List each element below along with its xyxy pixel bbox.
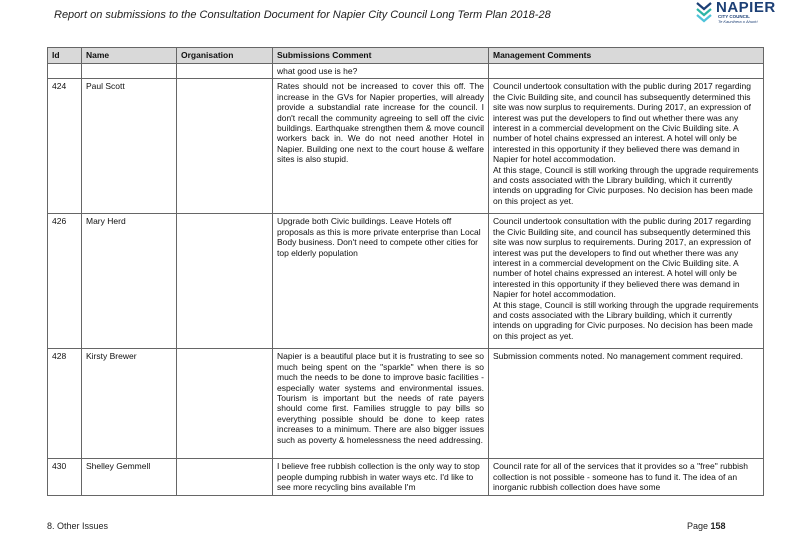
cell-id: 424 (47, 78, 82, 215)
napier-logo: NAPIER CITY COUNCIL Te Kaunihera o Ahuri… (694, 0, 804, 26)
management-paragraph: Council undertook consultation with the … (493, 81, 752, 165)
cell-management-comment (488, 62, 764, 80)
cell-id: 430 (47, 458, 82, 496)
cell-name (81, 62, 177, 80)
cell-name: Shelley Gemmell (81, 458, 177, 496)
cell-management-comment: Submission comments noted. No management… (488, 348, 764, 460)
cell-organisation (176, 78, 273, 215)
footer-section: 8. Other Issues (47, 521, 109, 531)
cell-organisation (176, 458, 273, 496)
management-paragraph: Council rate for all of the services tha… (493, 461, 749, 493)
page-label: Page (687, 521, 709, 531)
page-number: 158 (710, 521, 726, 531)
footer-page: Page 158 (687, 521, 726, 531)
cell-submission-comment: I believe free rubbish collection is the… (272, 458, 489, 496)
cell-submission-comment: Upgrade both Civic buildings. Leave Hote… (272, 213, 489, 350)
column-header-submissions-comment: Submissions Comment (272, 47, 489, 64)
logo-maori-subtitle: Te Kaunihera o Ahuriri (718, 19, 758, 24)
table-row: 428 Kirsty Brewer Napier is a beautiful … (47, 348, 764, 460)
column-header-organisation: Organisation (176, 47, 273, 64)
column-header-id: Id (47, 47, 82, 64)
table-row: 430 Shelley Gemmell I believe free rubbi… (47, 458, 764, 496)
management-paragraph: Council undertook consultation with the … (493, 216, 752, 300)
table-row: 426 Mary Herd Upgrade both Civic buildin… (47, 213, 764, 350)
management-paragraph: At this stage, Council is still working … (493, 164, 759, 206)
cell-submission-comment: what good use is he? (272, 62, 489, 80)
cell-management-comment: Council undertook consultation with the … (488, 78, 764, 215)
management-paragraph: Submission comments noted. No management… (493, 351, 743, 362)
cell-organisation (176, 213, 273, 350)
column-header-name: Name (81, 47, 177, 64)
cell-name: Mary Herd (81, 213, 177, 350)
table-row: 424 Paul Scott Rates should not be incre… (47, 78, 764, 215)
cell-id: 428 (47, 348, 82, 460)
wave-logo-icon (696, 2, 712, 23)
cell-id: 426 (47, 213, 82, 350)
cell-submission-comment: Rates should not be increased to cover t… (272, 78, 489, 215)
table-row-continued: what good use is he? (47, 62, 764, 80)
cell-management-comment: Council undertook consultation with the … (488, 213, 764, 350)
cell-organisation (176, 348, 273, 460)
report-title: Report on submissions to the Consultatio… (54, 9, 551, 21)
management-paragraph: At this stage, Council is still working … (493, 299, 759, 341)
cell-management-comment: Council rate for all of the services tha… (488, 458, 764, 496)
submissions-table: Id Name Organisation Submissions Comment… (47, 47, 764, 496)
cell-id (47, 62, 82, 80)
cell-organisation (176, 62, 273, 80)
cell-name: Kirsty Brewer (81, 348, 177, 460)
column-header-management-comments: Management Comments (488, 47, 764, 64)
cell-submission-comment: Napier is a beautiful place but it is fr… (272, 348, 489, 460)
cell-name: Paul Scott (81, 78, 177, 215)
table-header-row: Id Name Organisation Submissions Comment… (47, 47, 764, 64)
